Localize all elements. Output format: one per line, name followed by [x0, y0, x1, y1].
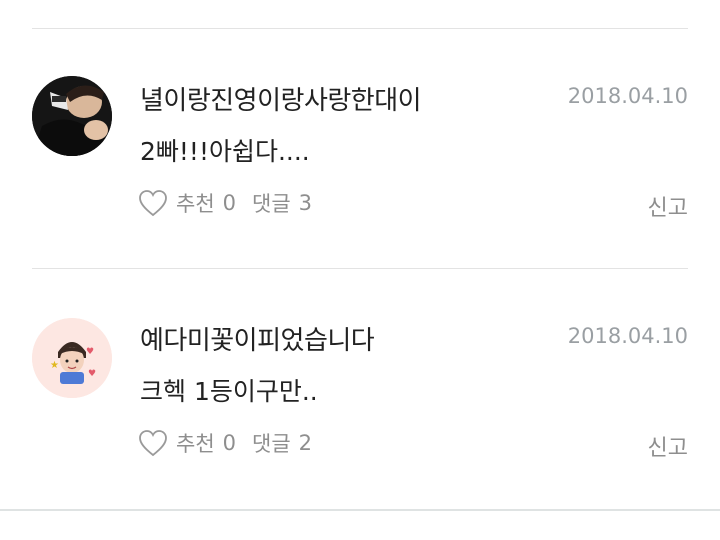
- reply-count: 3: [298, 191, 313, 215]
- user-photo-dark-icon: [32, 76, 112, 156]
- comment-text: 2빠!!!아쉽다....: [140, 137, 310, 166]
- like-label: 추천: [176, 192, 215, 216]
- like-count: 0: [222, 431, 237, 455]
- avatar[interactable]: ★ ♥ ♥: [32, 318, 112, 398]
- svg-text:★: ★: [50, 360, 59, 371]
- svg-text:♥: ♥: [86, 347, 94, 357]
- reply-count: 2: [298, 431, 313, 455]
- report-button[interactable]: 신고: [648, 190, 688, 222]
- reply-label: 댓글: [252, 192, 291, 216]
- report-button[interactable]: 신고: [648, 430, 688, 462]
- comment-text: 크헥 1등이구만..: [140, 377, 318, 406]
- heart-icon: [139, 190, 167, 217]
- reply-button[interactable]: 댓글 3: [252, 188, 312, 218]
- comment-actions: 추천 0 댓글 3: [138, 188, 312, 218]
- avatar[interactable]: [32, 76, 112, 156]
- like-button[interactable]: 추천 0: [138, 428, 236, 458]
- like-label: 추천: [176, 432, 215, 456]
- comment-date: 2018.04.10: [567, 84, 688, 108]
- heart-icon: [139, 430, 167, 457]
- comment-author[interactable]: 녈이랑진영이랑사랑한대이: [140, 80, 422, 117]
- like-button[interactable]: 추천 0: [138, 188, 236, 218]
- reply-label: 댓글: [252, 432, 291, 456]
- comment-actions: 추천 0 댓글 2: [138, 428, 312, 458]
- bottom-divider: [0, 509, 720, 511]
- like-count: 0: [222, 191, 237, 215]
- svg-text:♥: ♥: [88, 369, 96, 379]
- comment-date: 2018.04.10: [567, 324, 688, 348]
- comment-author[interactable]: 예다미꽃이피었습니다: [140, 320, 375, 357]
- user-sticker-pink-icon: ★ ♥ ♥: [32, 318, 112, 398]
- comment-item: 녈이랑진영이랑사랑한대이 2018.04.10 2빠!!!아쉽다.... 추천 …: [0, 28, 720, 268]
- reply-button[interactable]: 댓글 2: [252, 428, 312, 458]
- comment-item: ★ ♥ ♥ 예다미꽃이피었습니다 2018.04.10 크헥 1등이구만.. 추…: [0, 268, 720, 508]
